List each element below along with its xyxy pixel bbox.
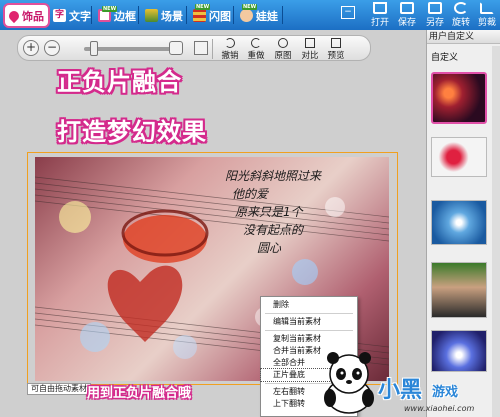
scene-icon xyxy=(145,9,158,22)
brand-logo-game: 游戏 xyxy=(432,385,459,400)
doll-icon: NEW xyxy=(240,4,258,22)
divider xyxy=(138,6,139,24)
tool-label: 剪裁 xyxy=(477,18,496,28)
material-thumbnail[interactable] xyxy=(431,72,487,124)
panda-mascot-icon xyxy=(324,352,374,414)
redo-label: 重做 xyxy=(247,51,265,61)
divider xyxy=(233,6,234,24)
minimize-icon[interactable]: − xyxy=(341,6,355,19)
tab-doll[interactable]: NEW 娃娃 xyxy=(236,4,282,26)
tool-label: 旋转 xyxy=(451,18,470,28)
menu-item-copy[interactable]: 复制当前素材 xyxy=(261,333,357,345)
tool-label: 另存 xyxy=(425,18,444,28)
menu-separator xyxy=(265,313,353,314)
tab-text[interactable]: 字 文字 xyxy=(49,5,95,26)
caption-title: 正负片融合 xyxy=(57,68,182,96)
menu-item-delete[interactable]: 删除 xyxy=(261,299,357,311)
divider xyxy=(186,6,187,24)
top-tab-bar: 饰品 字 文字 NEW 边框 场景 NEW 闪图 NEW 娃娃 − 打开 保存 xyxy=(0,0,500,30)
divider xyxy=(212,39,213,59)
new-badge: NEW xyxy=(195,4,211,10)
tab-label: 场景 xyxy=(161,9,183,23)
tab-decorations[interactable]: 饰品 xyxy=(3,3,50,28)
divider xyxy=(91,6,92,24)
tool-label: 打开 xyxy=(370,18,389,28)
zoom-in-icon[interactable]: + xyxy=(23,40,39,56)
tab-label: 闪图 xyxy=(209,9,231,23)
material-thumbnail[interactable] xyxy=(431,137,487,177)
original-button[interactable]: 原图 xyxy=(271,38,295,61)
drag-hint: 可自由拖动素材 xyxy=(27,383,91,395)
tab-custom[interactable]: 自定义 xyxy=(431,50,458,63)
zoom-slider[interactable] xyxy=(84,41,180,56)
preview-label: 预览 xyxy=(327,51,345,61)
actual-size-icon[interactable] xyxy=(194,41,208,55)
redo-icon xyxy=(251,38,261,48)
slider-handle[interactable] xyxy=(90,41,98,56)
frame-icon: NEW xyxy=(98,6,118,22)
callout-caption: 用到正负片融合哦 xyxy=(87,386,192,401)
crop-button[interactable]: 剪裁 xyxy=(472,2,500,28)
new-badge: NEW xyxy=(102,6,118,12)
zoom-out-icon[interactable]: − xyxy=(44,40,60,56)
poem-line: 没有起点的 xyxy=(243,223,304,237)
caption-subtitle: 打造梦幻效果 xyxy=(57,118,207,146)
brand-logo: 小黑 xyxy=(378,378,423,403)
tab-label: 边框 xyxy=(114,9,136,23)
tab-label: 娃娃 xyxy=(256,9,278,23)
preview-button[interactable]: 预览 xyxy=(324,38,348,61)
original-icon xyxy=(278,38,288,48)
crop-icon xyxy=(480,2,494,14)
tab-flash[interactable]: NEW 闪图 xyxy=(189,4,235,26)
new-badge: NEW xyxy=(242,4,258,10)
tool-label: 保存 xyxy=(397,18,416,28)
preview-icon xyxy=(331,38,341,48)
open-button[interactable]: 打开 xyxy=(365,2,395,28)
flash-icon: NEW xyxy=(193,4,211,22)
save-button[interactable]: 保存 xyxy=(392,2,422,28)
save-as-icon xyxy=(428,2,442,14)
compare-button[interactable]: 对比 xyxy=(298,38,322,61)
material-thumbnail[interactable] xyxy=(431,330,487,372)
tab-label: 文字 xyxy=(69,9,91,23)
material-thumbnail[interactable] xyxy=(431,200,487,245)
tab-scene[interactable]: 场景 xyxy=(141,5,187,26)
poem-line: 圆心 xyxy=(257,241,282,255)
compare-label: 对比 xyxy=(301,51,319,61)
panel-header: 用户自定义 xyxy=(427,30,500,44)
poem-line: 阳光斜斜地照过来 xyxy=(225,169,322,183)
divider xyxy=(282,6,283,24)
tab-frame[interactable]: NEW 边框 xyxy=(94,5,140,26)
material-panel: 用户自定义 自定义 xyxy=(426,30,500,417)
undo-button[interactable]: 撤销 xyxy=(218,38,242,61)
tab-label: 饰品 xyxy=(22,9,44,23)
save-icon xyxy=(400,2,414,14)
edit-toolbar: + − 撤销 重做 原图 对比 预览 xyxy=(17,35,371,61)
material-thumbnail[interactable] xyxy=(431,262,487,318)
undo-label: 撤销 xyxy=(221,51,239,61)
folder-icon xyxy=(373,2,387,14)
original-label: 原图 xyxy=(274,51,292,61)
menu-separator xyxy=(265,330,353,331)
menu-item-edit[interactable]: 编辑当前素材 xyxy=(261,316,357,328)
compare-icon xyxy=(305,38,315,48)
undo-icon xyxy=(225,38,235,48)
poem-line: 原来只是1个 xyxy=(235,205,303,219)
fit-screen-icon[interactable] xyxy=(169,41,183,55)
rotate-icon xyxy=(454,2,468,14)
heart-icon xyxy=(6,8,22,23)
panel-scrollbar[interactable] xyxy=(492,46,500,417)
brand-url: www.xiaohei.com xyxy=(404,404,475,413)
text-icon: 字 xyxy=(53,9,66,22)
redo-button[interactable]: 重做 xyxy=(244,38,268,61)
poem-line: 他的爱 xyxy=(232,187,269,201)
